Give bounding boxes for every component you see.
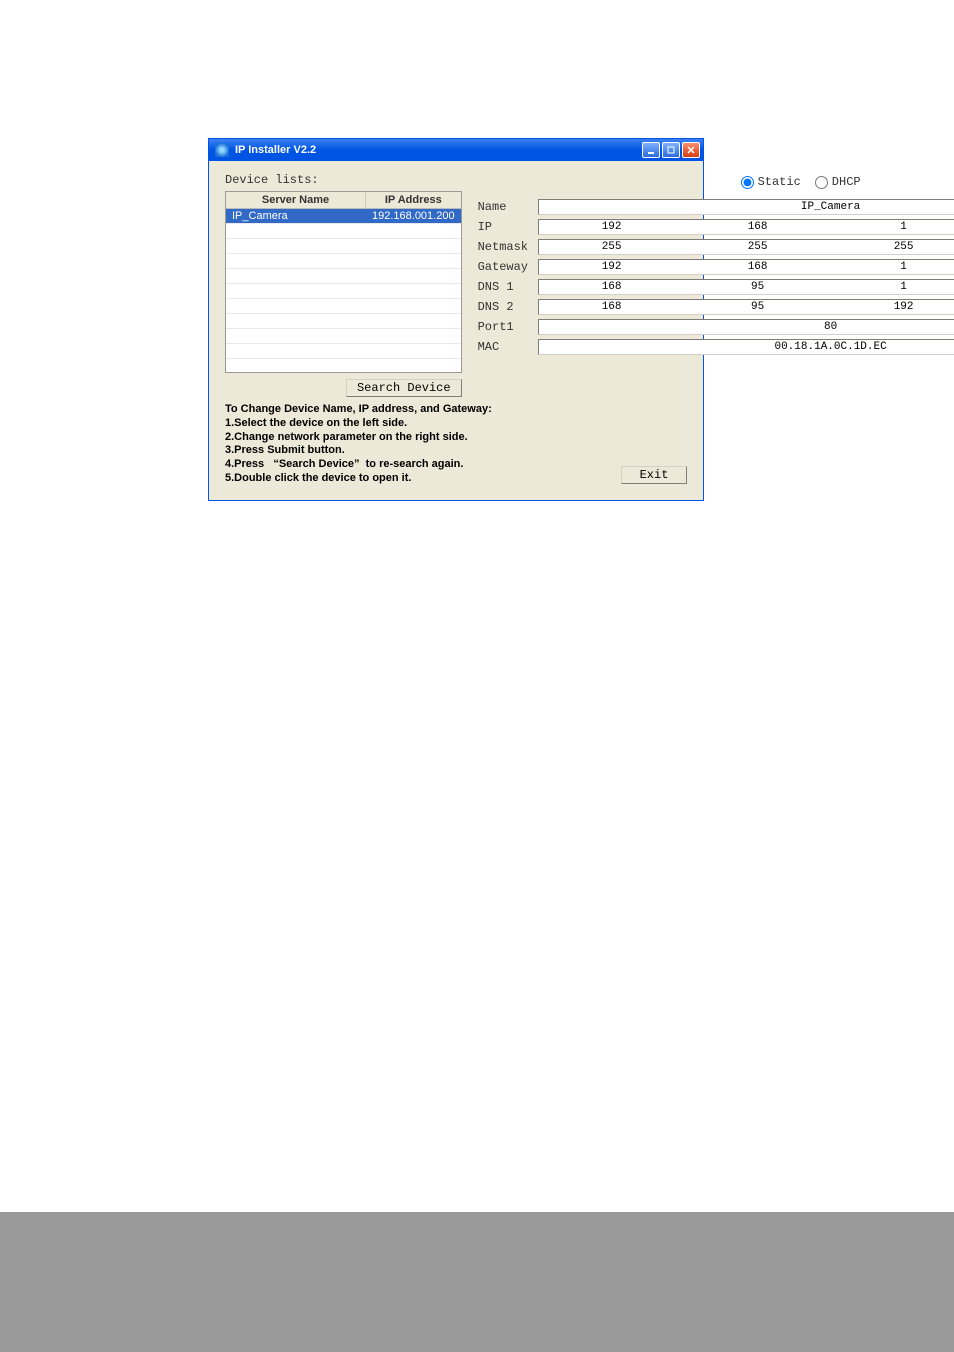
exit-button[interactable]: Exit — [621, 466, 687, 484]
name-label: Name — [478, 200, 530, 214]
instructions-line: 1.Select the device on the left side. — [225, 417, 611, 431]
list-row[interactable] — [226, 359, 461, 373]
static-label: Static — [758, 175, 801, 189]
static-radio-input[interactable] — [741, 176, 754, 189]
window-title: IP Installer V2.2 — [235, 144, 642, 156]
maximize-icon — [667, 146, 675, 154]
client-area: Device lists: Server Name IP Address IP_… — [209, 161, 703, 500]
list-row[interactable] — [226, 284, 461, 299]
dns2-o3[interactable] — [831, 300, 954, 314]
window-controls — [642, 142, 700, 158]
dhcp-radio-input[interactable] — [815, 176, 828, 189]
app-icon — [215, 143, 229, 157]
col-ip-address[interactable]: IP Address — [366, 192, 461, 208]
list-row[interactable] — [226, 269, 461, 284]
maximize-button — [662, 142, 680, 158]
mac-label: MAC — [478, 340, 530, 354]
minimize-icon — [647, 146, 655, 154]
ip-o2[interactable] — [685, 220, 831, 234]
name-input[interactable] — [539, 200, 954, 214]
port-input[interactable] — [539, 320, 954, 334]
gateway-o3[interactable] — [831, 260, 954, 274]
list-row[interactable] — [226, 239, 461, 254]
instructions-line: 4.Press “Search Device” to re-search aga… — [225, 458, 611, 472]
ip-label: IP — [478, 220, 530, 234]
gateway-o2[interactable] — [685, 260, 831, 274]
list-row[interactable] — [226, 329, 461, 344]
mac-input[interactable] — [539, 340, 954, 354]
device-lists-label: Device lists: — [225, 173, 462, 187]
list-row[interactable] — [226, 344, 461, 359]
instructions-header: To Change Device Name, IP address, and G… — [225, 403, 611, 417]
static-radio[interactable]: Static — [741, 175, 801, 189]
title-bar: IP Installer V2.2 — [209, 139, 703, 161]
netmask-o1[interactable] — [539, 240, 685, 254]
page-footer-band — [0, 1212, 954, 1352]
dns2-o1[interactable] — [539, 300, 685, 314]
dns2-o2[interactable] — [685, 300, 831, 314]
col-server-name[interactable]: Server Name — [226, 192, 366, 208]
dns1-o3[interactable] — [831, 280, 954, 294]
list-row[interactable] — [226, 314, 461, 329]
dhcp-radio[interactable]: DHCP — [815, 175, 861, 189]
dns1-o2[interactable] — [685, 280, 831, 294]
list-header: Server Name IP Address — [226, 192, 461, 209]
port-label: Port1 — [478, 320, 530, 334]
list-cell-ip: 192.168.001.200 — [366, 209, 461, 223]
device-list[interactable]: Server Name IP Address IP_Camera 192.168… — [225, 191, 462, 373]
search-device-button[interactable]: Search Device — [346, 379, 462, 397]
gateway-o1[interactable] — [539, 260, 685, 274]
netmask-o2[interactable] — [685, 240, 831, 254]
minimize-button[interactable] — [642, 142, 660, 158]
dns2-label: DNS 2 — [478, 300, 530, 314]
dns1-o1[interactable] — [539, 280, 685, 294]
instructions-line: 5.Double click the device to open it. — [225, 472, 611, 486]
ip-o1[interactable] — [539, 220, 685, 234]
instructions: To Change Device Name, IP address, and G… — [225, 403, 611, 486]
ip-mode-group: Static DHCP — [478, 175, 954, 189]
netmask-label: Netmask — [478, 240, 530, 254]
netmask-o3[interactable] — [831, 240, 954, 254]
dns1-label: DNS 1 — [478, 280, 530, 294]
list-row[interactable]: IP_Camera 192.168.001.200 — [226, 209, 461, 224]
gateway-label: Gateway — [478, 260, 530, 274]
dhcp-label: DHCP — [832, 175, 861, 189]
instructions-line: 3.Press Submit button. — [225, 444, 611, 458]
close-button[interactable] — [682, 142, 700, 158]
list-row[interactable] — [226, 299, 461, 314]
list-cell-name: IP_Camera — [226, 209, 366, 223]
app-window: IP Installer V2.2 Device lists: Server N… — [208, 138, 704, 501]
close-icon — [687, 146, 695, 154]
list-row[interactable] — [226, 254, 461, 269]
ip-o3[interactable] — [831, 220, 954, 234]
list-row[interactable] — [226, 224, 461, 239]
instructions-line: 2.Change network parameter on the right … — [225, 431, 611, 445]
